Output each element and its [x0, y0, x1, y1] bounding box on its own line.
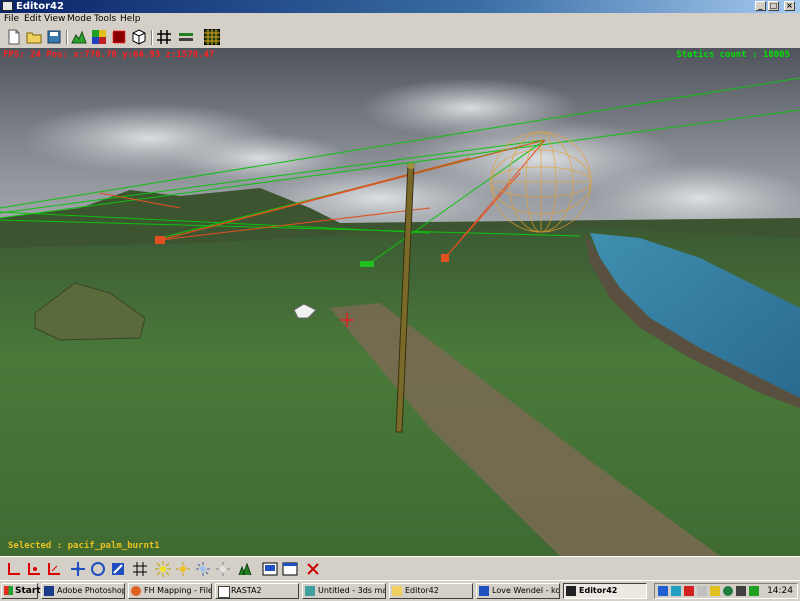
display-icon[interactable]	[697, 586, 707, 596]
axis-xz-icon[interactable]	[26, 561, 42, 577]
save-icon[interactable]	[46, 29, 62, 45]
map-grid-icon[interactable]	[204, 29, 220, 45]
task-label: RASTA2	[231, 586, 262, 595]
3dsmax-icon	[305, 586, 315, 596]
windows-logo-icon	[4, 586, 13, 595]
window-title: Editor42	[16, 1, 64, 12]
volume-icon[interactable]	[671, 586, 681, 596]
menu-file[interactable]: File	[4, 13, 19, 26]
scale-icon[interactable]	[110, 561, 126, 577]
app-icon[interactable]	[2, 1, 13, 11]
title-bar[interactable]: Editor42 _ □ ×	[0, 0, 800, 13]
snap-grid-icon[interactable]	[132, 561, 148, 577]
firefox-icon	[131, 586, 141, 596]
statics-count: Statics count : 18005	[676, 50, 790, 60]
open-folder-icon[interactable]	[26, 29, 42, 45]
task-3dsmax[interactable]: Untitled - 3ds ma...	[302, 583, 386, 599]
maximize-button[interactable]: □	[768, 1, 779, 11]
window-icon[interactable]	[282, 561, 298, 577]
start-button[interactable]: Start	[1, 583, 41, 599]
move-icon[interactable]	[70, 561, 86, 577]
fog-icon[interactable]	[215, 561, 231, 577]
menu-view[interactable]: View	[44, 13, 65, 26]
axis-yz-icon[interactable]	[46, 561, 62, 577]
axis-xy-icon[interactable]	[6, 561, 22, 577]
system-tray: 14:24	[654, 583, 798, 599]
folder-icon	[392, 586, 402, 596]
close-button[interactable]: ×	[784, 1, 795, 11]
editor42-icon	[566, 586, 576, 596]
sun-icon[interactable]	[175, 561, 191, 577]
vegetation-icon[interactable]	[237, 561, 253, 577]
edit-toolbar	[0, 556, 800, 581]
taskbar: Start Adobe Photoshop FH Mapping - File.…	[0, 580, 800, 601]
grid-icon[interactable]	[156, 29, 172, 45]
photoshop-icon	[44, 586, 54, 596]
task-label: Love Wendel - ko...	[492, 586, 560, 595]
water-plane-icon[interactable]	[178, 29, 194, 45]
task-label: Untitled - 3ds ma...	[318, 586, 386, 595]
menu-bar: File Edit View Mode Tools Help	[0, 13, 800, 26]
task-editor42[interactable]: Editor42	[563, 583, 647, 599]
task-love-wendel[interactable]: Love Wendel - ko...	[476, 583, 560, 599]
scene-render	[0, 48, 800, 556]
menu-tools[interactable]: Tools	[94, 13, 116, 26]
texture-paint-icon[interactable]	[91, 29, 107, 45]
main-toolbar	[0, 26, 800, 49]
menu-edit[interactable]: Edit	[24, 13, 41, 26]
rotate-icon[interactable]	[90, 561, 106, 577]
network-icon[interactable]	[658, 586, 668, 596]
messenger-icon	[479, 586, 489, 596]
task-fh-mapping[interactable]: FH Mapping - File...	[128, 583, 212, 599]
ambient-light-icon[interactable]	[195, 561, 211, 577]
update-icon[interactable]	[723, 586, 733, 596]
fps-position-readout: FPS: 24 Pos: x:770.78 y:64.93 z:1578.47	[3, 50, 215, 60]
cube-icon[interactable]	[131, 29, 147, 45]
new-file-icon[interactable]	[6, 29, 22, 45]
antivirus-icon[interactable]	[684, 586, 694, 596]
status-icon[interactable]	[749, 586, 759, 596]
menu-help[interactable]: Help	[120, 13, 141, 26]
task-rasta2[interactable]: RASTA2	[215, 583, 299, 599]
speaker-icon[interactable]	[736, 586, 746, 596]
task-label: FH Mapping - File...	[144, 586, 211, 595]
selected-object-label: Selected : pacif_palm_burnt1	[8, 541, 160, 551]
delete-icon[interactable]	[305, 561, 321, 577]
rasta-icon	[218, 586, 230, 598]
terrain-icon[interactable]	[71, 29, 87, 45]
task-label: Editor42	[405, 586, 439, 595]
3d-viewport[interactable]: FPS: 24 Pos: x:770.78 y:64.93 z:1578.47 …	[0, 48, 800, 556]
start-label: Start	[15, 586, 41, 596]
menu-mode[interactable]: Mode	[67, 13, 92, 26]
messenger-tray-icon[interactable]	[710, 586, 720, 596]
clock[interactable]: 14:24	[767, 584, 793, 598]
light-icon[interactable]	[155, 561, 171, 577]
minimize-button[interactable]: _	[755, 1, 766, 11]
task-label: Adobe Photoshop	[57, 586, 125, 595]
task-label: Editor42	[579, 586, 618, 595]
task-photoshop[interactable]: Adobe Photoshop	[41, 583, 125, 599]
task-editor42-folder[interactable]: Editor42	[389, 583, 473, 599]
render-settings-icon[interactable]	[262, 561, 278, 577]
selection-icon[interactable]	[111, 29, 127, 45]
